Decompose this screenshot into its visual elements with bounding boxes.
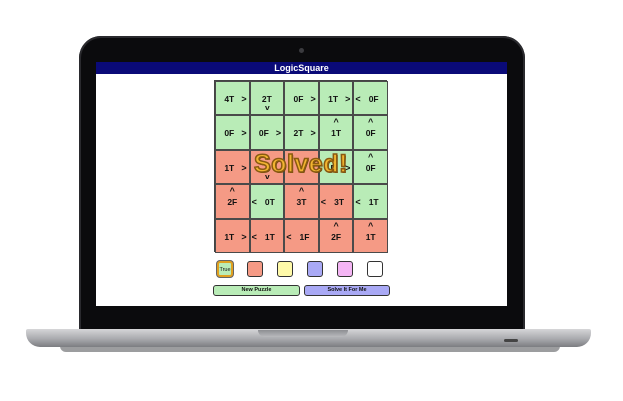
- color-swatch-yellow[interactable]: [277, 261, 293, 277]
- board-cell[interactable]: >4T: [215, 81, 250, 116]
- cell-value: 0F: [258, 128, 269, 139]
- arrow-up-icon: ^: [368, 117, 374, 128]
- board-cell[interactable]: >1T: [215, 149, 250, 185]
- app-title-bar: LogicSquare: [96, 62, 507, 74]
- color-swatch-pink[interactable]: [337, 261, 353, 277]
- cell-value: 1F: [299, 231, 310, 242]
- board-cell[interactable]: <0T: [249, 184, 285, 219]
- arrow-up-icon: ^: [229, 186, 235, 197]
- board-cell[interactable]: <1T: [353, 184, 388, 219]
- board-cell[interactable]: <1T: [249, 218, 285, 253]
- cell-value: 3T: [334, 197, 345, 208]
- board-cell[interactable]: [284, 149, 319, 185]
- color-swatch-green[interactable]: True: [217, 261, 233, 277]
- cell-value: 2F: [227, 197, 238, 208]
- color-swatch-blue[interactable]: [307, 261, 323, 277]
- board-cell[interactable]: v: [249, 149, 285, 185]
- cell-value: F: [330, 162, 336, 173]
- board-cell[interactable]: ^ 2F: [215, 184, 250, 219]
- arrow-up-icon: ^: [333, 117, 339, 128]
- puzzle-board: >4T v 2T >0F >1T <0F >0F >0F >2T ^ 1T ^ 0F >1T v > F ^ 0F ^…: [214, 80, 388, 253]
- board-cell[interactable]: ^ 2F: [318, 218, 354, 253]
- app-window: LogicSquare >4T v 2T >0F >1T <0F >0F >0F >2T ^ 1T ^…: [96, 62, 507, 306]
- color-swatch-red[interactable]: [247, 261, 263, 277]
- board-cell[interactable]: >1T: [318, 81, 354, 116]
- board-cell[interactable]: ^ 1T: [353, 218, 388, 253]
- board-cell[interactable]: <3T: [318, 184, 354, 219]
- cell-value: 2T: [261, 94, 272, 104]
- new-puzzle-button[interactable]: New Puzzle: [213, 285, 300, 296]
- cell-value: 0F: [365, 128, 376, 139]
- cell-value: 4T: [224, 94, 235, 104]
- cell-value: 2F: [331, 231, 342, 242]
- cell-value: 0F: [365, 162, 376, 173]
- board-cell[interactable]: v 2T: [249, 81, 285, 116]
- arrow-down-icon: v: [264, 105, 270, 113]
- board-cell[interactable]: ^ 1T: [318, 115, 354, 150]
- solve-it-for-me-button[interactable]: Solve It For Me: [304, 285, 390, 296]
- board-cell[interactable]: ^ 0F: [353, 149, 388, 185]
- arrow-down-icon: v: [264, 174, 270, 182]
- cell-value: 0F: [368, 94, 379, 104]
- laptop-port: [504, 339, 518, 342]
- board-cell[interactable]: >1T: [215, 218, 250, 253]
- arrow-up-icon: ^: [333, 220, 339, 231]
- board-cell[interactable]: >0F: [215, 115, 250, 150]
- board-cell[interactable]: >0F: [249, 115, 285, 150]
- cell-value: 1T: [224, 162, 235, 173]
- board-cell[interactable]: >2T: [284, 115, 319, 150]
- cell-value: 1T: [368, 197, 379, 208]
- board-cell[interactable]: > F: [318, 149, 354, 185]
- cell-value: 1T: [264, 231, 275, 242]
- camera-icon: [299, 48, 304, 53]
- cell-value: 1T: [365, 231, 376, 242]
- board-cell[interactable]: >0F: [284, 81, 319, 116]
- board-cell[interactable]: ^ 3T: [284, 184, 319, 219]
- cell-value: 0F: [224, 128, 235, 139]
- arrow-up-icon: ^: [368, 220, 374, 231]
- cell-value: 0T: [264, 197, 275, 208]
- cell-value: 0F: [293, 94, 304, 104]
- board-cell[interactable]: ^ 0F: [353, 115, 388, 150]
- board-cell[interactable]: <0F: [353, 81, 388, 116]
- arrow-up-icon: ^: [298, 186, 305, 197]
- cell-value: 1T: [224, 231, 235, 242]
- cell-value: 2T: [293, 128, 304, 139]
- cell-value: 1T: [328, 94, 339, 104]
- color-swatch-white[interactable]: [367, 261, 383, 277]
- laptop-hinge-notch: [258, 330, 348, 337]
- cell-value: 1T: [331, 128, 342, 139]
- board-cell[interactable]: <1F: [284, 218, 319, 253]
- cell-value: 3T: [296, 197, 307, 208]
- app-title: LogicSquare: [274, 63, 329, 73]
- arrow-up-icon: ^: [368, 151, 374, 162]
